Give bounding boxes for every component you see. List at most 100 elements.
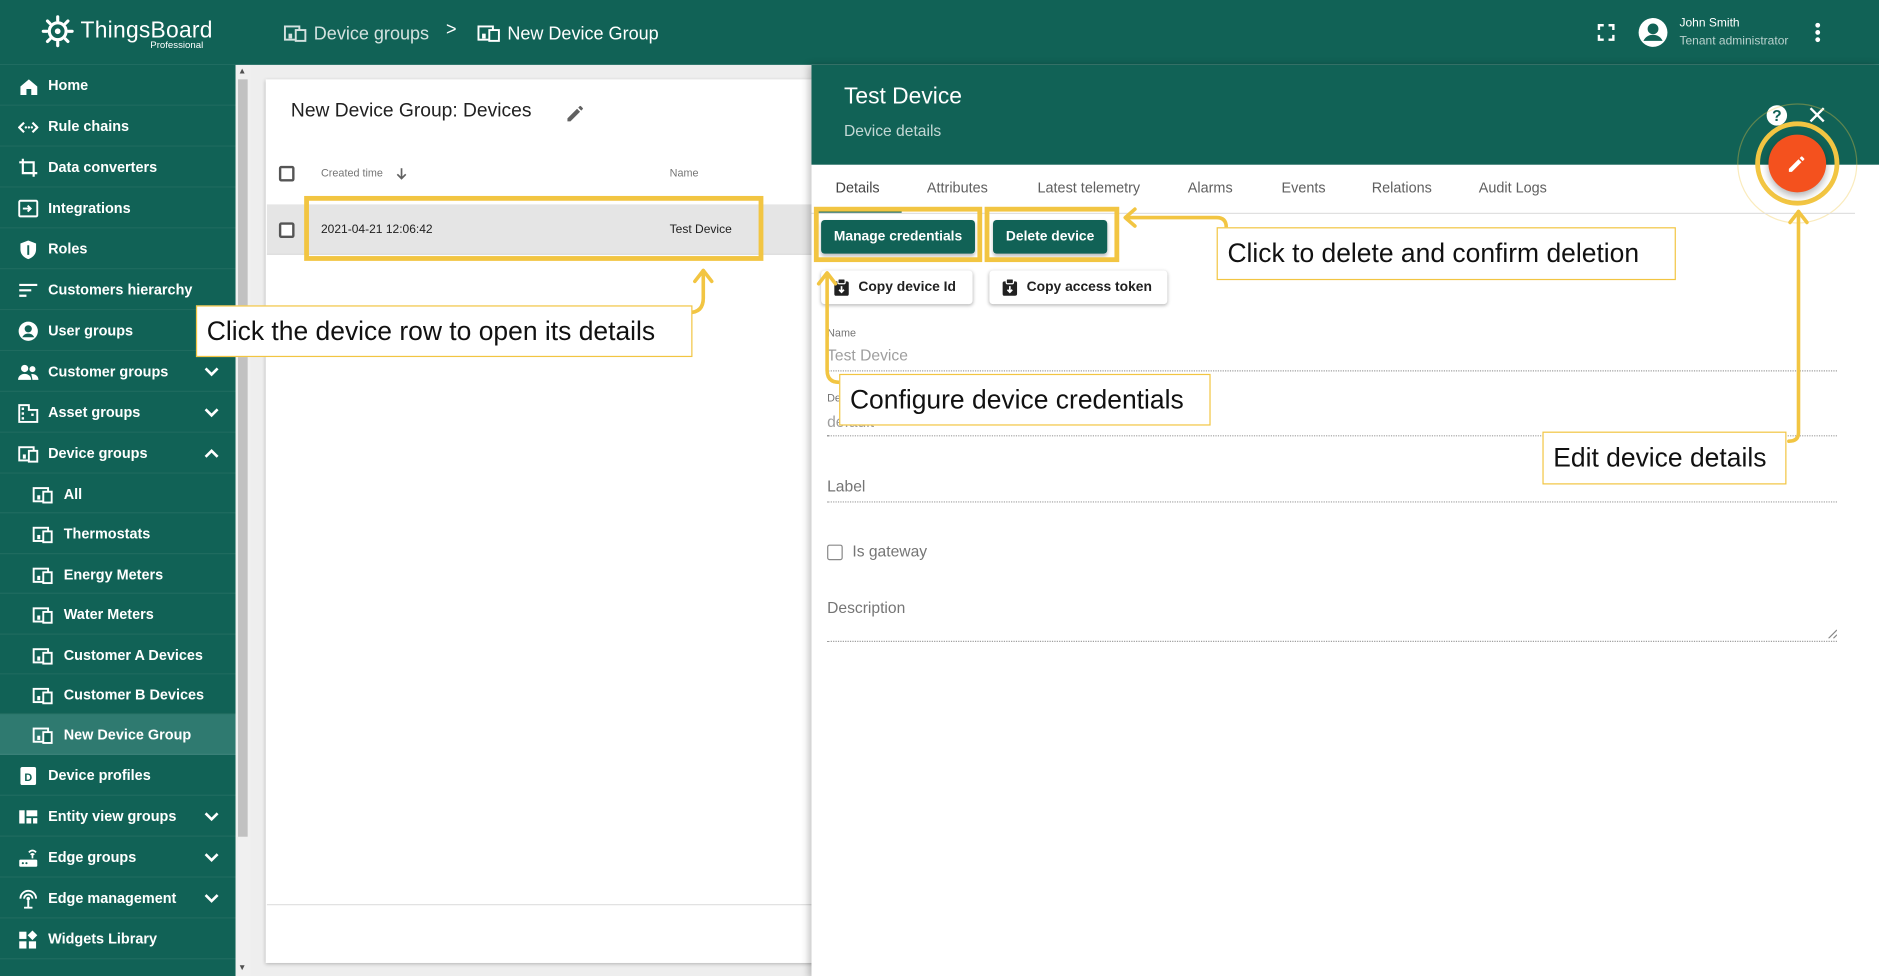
sidebar-item-roles[interactable]: Roles xyxy=(0,228,236,270)
sidebar-menu: Home Rule chains Data converters Integratio… xyxy=(0,64,236,976)
copy-access-token-button[interactable]: Copy access token xyxy=(989,270,1168,305)
devices-icon xyxy=(477,25,500,42)
sidebar-item-widgets-library[interactable]: Widgets Library xyxy=(0,918,236,960)
row-checkbox[interactable] xyxy=(278,222,295,239)
callout-credentials: Configure device credentials xyxy=(839,373,1211,426)
tab-audit-logs[interactable]: Audit Logs xyxy=(1479,179,1547,196)
sidebar-item-device-profiles[interactable]: D Device profiles xyxy=(0,755,236,796)
table-footer-divider xyxy=(266,904,812,906)
sidebar-item-entity-view-groups[interactable]: Entity view groups xyxy=(0,796,236,837)
tab-attributes[interactable]: Attributes xyxy=(927,179,988,196)
sidebar-item-label: Widgets Library xyxy=(48,930,157,948)
sidebar-item-thermostats[interactable]: Thermostats xyxy=(0,514,236,554)
sidebar-item-edge-management[interactable]: Edge management xyxy=(0,877,236,919)
edit-icon[interactable] xyxy=(565,102,587,124)
label-field-underline xyxy=(827,501,1837,503)
sidebar-item-all[interactable]: All xyxy=(0,474,236,514)
sidebar-item-label: New Device Group xyxy=(63,726,192,744)
devices-icon xyxy=(32,728,53,745)
tab-alarms[interactable]: Alarms xyxy=(1188,179,1233,196)
tab-latest-telemetry[interactable]: Latest telemetry xyxy=(1037,179,1140,196)
devices-icon xyxy=(18,446,39,463)
user-role: Tenant administrator xyxy=(1679,34,1789,49)
view-quilt-icon xyxy=(19,810,38,824)
chevron-down-icon[interactable] xyxy=(203,364,220,378)
account-circle-icon[interactable] xyxy=(1637,17,1668,48)
scroll-down-arrow-icon[interactable]: ▼ xyxy=(238,964,246,972)
devices-icon xyxy=(32,527,53,544)
widgets-icon xyxy=(19,930,38,949)
select-all-checkbox[interactable] xyxy=(278,165,295,182)
sidebar-item-customer-groups[interactable]: Customer groups xyxy=(0,351,236,392)
is-gateway-label: Is gateway xyxy=(852,542,928,561)
sidebar-item-new-device-group[interactable]: New Device Group xyxy=(0,714,236,755)
svg-text:D: D xyxy=(24,772,32,784)
converters-icon xyxy=(19,158,38,177)
sidebar-item-label: Water Meters xyxy=(63,606,154,623)
device-row-highlight xyxy=(304,195,764,261)
more-vert-icon[interactable] xyxy=(1808,20,1827,44)
router-icon xyxy=(19,849,38,867)
name-field[interactable]: Test Device xyxy=(827,346,908,364)
chevron-up-icon[interactable] xyxy=(203,446,220,460)
callout-edit: Edit device details xyxy=(1542,431,1787,485)
breadcrumb-device-groups[interactable]: Device groups xyxy=(283,19,430,48)
sidebar-item-asset-groups[interactable]: Asset groups xyxy=(0,392,236,433)
details-header xyxy=(811,64,1879,165)
home-icon xyxy=(20,79,38,95)
copy-device-id-label: Copy device Id xyxy=(858,280,956,295)
description-field[interactable]: Description xyxy=(827,599,905,617)
sidebar-item-customer-b-devices[interactable]: Customer B Devices xyxy=(0,674,236,715)
tab-events[interactable]: Events xyxy=(1282,179,1326,196)
sidebar-item-customer-a-devices[interactable]: Customer A Devices xyxy=(0,634,236,675)
tab-relations[interactable]: Relations xyxy=(1372,179,1432,196)
thingsboard-logo[interactable]: ThingsBoard Professional xyxy=(41,12,233,55)
chevron-down-icon[interactable] xyxy=(203,850,220,864)
column-header-name[interactable]: Name xyxy=(670,167,699,179)
thingsboard-logo-icon xyxy=(41,15,74,48)
sidebar-item-label: Customers hierarchy xyxy=(48,281,193,299)
copy-device-id-button[interactable]: Copy device Id xyxy=(821,270,973,305)
scrollbar-thumb[interactable] xyxy=(238,79,248,837)
sidebar-item-label: Customer A Devices xyxy=(63,646,203,664)
label-field[interactable]: Label xyxy=(827,477,865,495)
device-profile-icon: D xyxy=(20,766,37,785)
description-underline xyxy=(827,640,1837,642)
sidebar-item-label: Device groups xyxy=(48,444,148,462)
is-gateway-checkbox[interactable] xyxy=(827,544,843,561)
breadcrumb-current: New Device Group xyxy=(477,19,659,48)
devices-icon xyxy=(32,487,53,504)
scroll-up-arrow-icon[interactable]: ▲ xyxy=(238,67,246,75)
sidebar-item-integrations[interactable]: Integrations xyxy=(0,188,236,229)
sidebar-item-edge-groups[interactable]: Edge groups xyxy=(0,836,236,878)
sidebar-scrollbar[interactable]: ▲ ▼ xyxy=(235,64,251,976)
user-info[interactable]: John Smith Tenant administrator xyxy=(1679,14,1788,50)
top-toolbar: ThingsBoard Professional Device groups >… xyxy=(0,0,1879,65)
sidebar-item-label: Roles xyxy=(48,240,88,258)
hierarchy-icon xyxy=(19,283,38,297)
chevron-down-icon[interactable] xyxy=(203,891,220,905)
sidebar-item-home[interactable]: Home xyxy=(0,65,236,106)
breadcrumb-label: Device groups xyxy=(313,23,430,44)
devices-icon xyxy=(32,687,53,705)
chevron-down-icon[interactable] xyxy=(203,405,220,419)
sidebar-item-label: Home xyxy=(48,76,89,94)
textarea-resize-handle-icon[interactable] xyxy=(1827,629,1837,639)
sidebar-item-label: Asset groups xyxy=(48,403,141,421)
clipboard-icon xyxy=(1002,278,1018,296)
manage-credentials-highlight xyxy=(813,206,983,263)
sidebar-item-label: Integrations xyxy=(48,199,131,217)
sidebar-item-customers-hierarchy[interactable]: Customers hierarchy xyxy=(0,269,236,311)
sidebar-item-rule-chains[interactable]: Rule chains xyxy=(0,106,236,147)
fullscreen-icon[interactable] xyxy=(1597,23,1616,42)
breadcrumb-separator: > xyxy=(446,19,457,40)
arrow-downward-icon[interactable] xyxy=(396,167,408,180)
sidebar-item-water-meters[interactable]: Water Meters xyxy=(0,594,236,635)
tab-details[interactable]: Details xyxy=(836,179,880,196)
sidebar-item-energy-meters[interactable]: Energy Meters xyxy=(0,554,236,595)
edit-device-button[interactable] xyxy=(1768,134,1827,193)
chevron-down-icon[interactable] xyxy=(203,809,220,823)
column-header-created-time[interactable]: Created time xyxy=(321,167,383,179)
sidebar-item-device-groups[interactable]: Device groups xyxy=(0,433,236,474)
sidebar-item-data-converters[interactable]: Data converters xyxy=(0,147,236,188)
